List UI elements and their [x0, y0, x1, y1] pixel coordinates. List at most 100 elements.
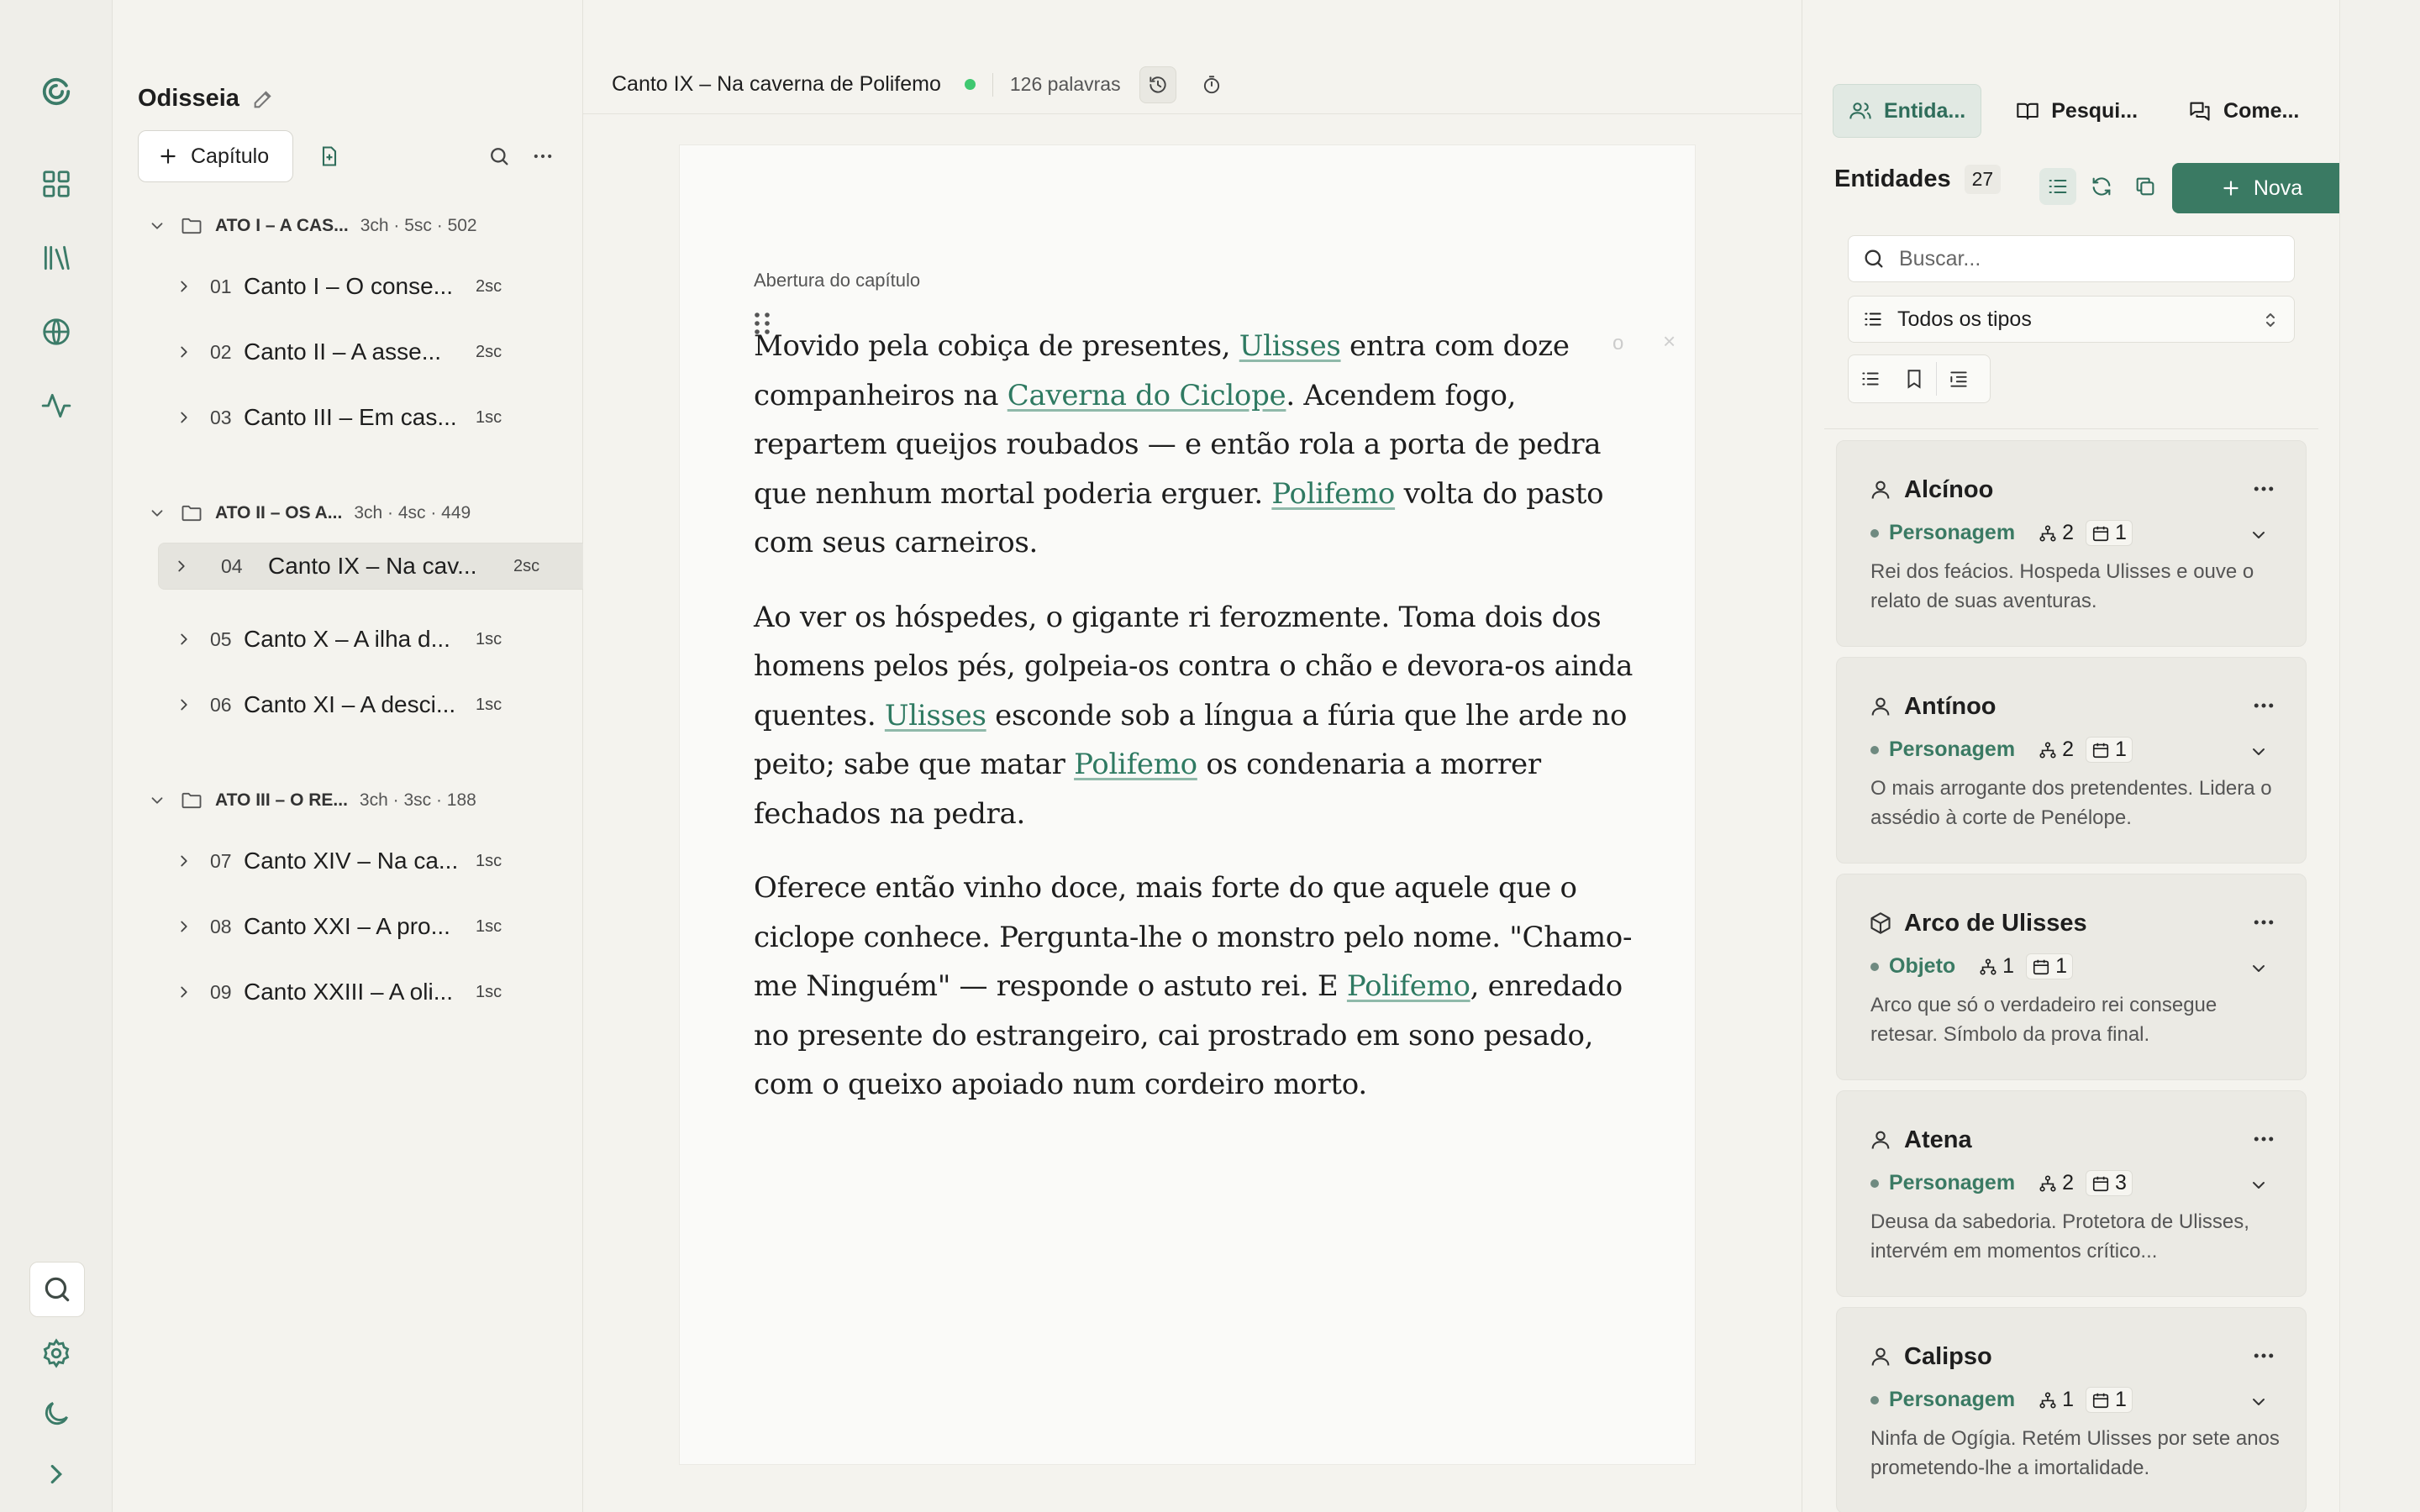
entity-link[interactable]: Polifemo [1347, 969, 1470, 1003]
comments-icon [2190, 102, 2210, 121]
act-header[interactable]: ATO III – O RE... 3ch · 3sc · 188 [148, 776, 476, 825]
bullet-list-icon[interactable] [1849, 355, 1892, 402]
library-icon[interactable] [29, 230, 84, 286]
chevron-down-icon[interactable] [2249, 742, 2269, 762]
editor-text[interactable]: Movido pela cobiça de presentes, Ulisses… [754, 322, 1644, 1135]
type-dot [1870, 962, 1879, 971]
entity-search-input[interactable] [1899, 246, 2269, 271]
appearances-value: 1 [2114, 738, 2127, 761]
add-chapter-button[interactable]: Capítulo [138, 130, 294, 182]
copy-icon[interactable] [2127, 168, 2164, 205]
relations-count: 1 [2033, 1388, 2079, 1412]
entity-meta-row: Personagem 2 3 [1870, 1170, 2133, 1196]
activity-icon[interactable] [29, 378, 84, 433]
relations-count: 1 [1974, 954, 2019, 979]
expand-sidebar-icon[interactable] [29, 1446, 84, 1502]
chapter-number: 03 [210, 406, 232, 428]
entity-link[interactable]: Polifemo [1074, 748, 1197, 781]
chapter-scene-count: 1sc [476, 982, 502, 1001]
chapter-name: Canto III – Em cas... [244, 404, 457, 430]
more-options-icon[interactable] [2249, 910, 2279, 935]
bookmark-icon[interactable] [1892, 355, 1936, 402]
entity-type: Objeto [1889, 954, 1956, 978]
person-icon [1871, 1131, 1890, 1149]
tab-comments[interactable]: Come... [2172, 84, 2315, 138]
more-options-icon[interactable] [524, 138, 561, 175]
chapter-item[interactable]: 02 Canto II – A asse... 2sc [158, 321, 555, 383]
editor-area: Canto IX – Na caverna de Polifemo 126 pa… [583, 0, 1802, 1512]
appearances-count: 1 [2085, 520, 2133, 546]
list-icon [1865, 312, 1881, 326]
chapter-item[interactable]: 04 Canto IX – Na cav... 2sc [158, 543, 605, 590]
entity-meta-row: Personagem 2 1 [1870, 737, 2133, 763]
dashboard-icon[interactable] [29, 156, 84, 212]
entity-card[interactable]: Calipso Personagem 1 1 Ninfa de Ogígia. Reté… [1836, 1307, 2307, 1512]
type-filter-value: Todos os tipos [1897, 307, 2032, 331]
settings-gear-icon[interactable] [29, 1326, 84, 1381]
close-hint-icon[interactable]: × [1663, 328, 1676, 354]
more-options-icon[interactable] [2249, 693, 2279, 718]
new-entity-label: Nova [2253, 176, 2303, 200]
type-filter-select[interactable]: Todos os tipos [1848, 296, 2295, 343]
new-entity-button[interactable]: Nova [2172, 163, 2350, 213]
refresh-icon[interactable] [2083, 168, 2120, 205]
chapter-name: Canto I – O conse... [244, 273, 454, 299]
entities-title: Entidades [1834, 165, 1951, 192]
search-tree-icon[interactable] [481, 138, 518, 175]
chapter-item[interactable]: 05 Canto X – A ilha d... 1sc [158, 608, 555, 670]
list-view-icon[interactable] [2039, 168, 2076, 205]
history-icon[interactable] [1139, 66, 1176, 103]
relations-count: 2 [2033, 521, 2079, 545]
chapter-number: 02 [210, 340, 232, 363]
chapter-item[interactable]: 01 Canto I – O conse... 2sc [158, 255, 555, 318]
project-title: Odisseia [138, 85, 239, 112]
indent-list-icon[interactable] [1937, 355, 1981, 402]
person-icon [1871, 697, 1890, 716]
entity-card[interactable]: Arco de Ulisses Objeto 1 1 Arco que só o ver… [1836, 874, 2307, 1080]
entity-search [1848, 235, 2295, 282]
new-document-icon[interactable] [311, 138, 348, 175]
timer-icon[interactable] [1193, 66, 1230, 103]
entity-link[interactable]: Caverna do Ciclope [1007, 379, 1286, 412]
chapter-item[interactable]: 06 Canto XI – A desci... 1sc [158, 674, 555, 736]
relations-count: 2 [2033, 738, 2079, 762]
chevron-down-icon[interactable] [2249, 1392, 2269, 1412]
manuscript-page[interactable]: Abertura do capítulo Movido pela cobiça … [679, 144, 1696, 1465]
entity-card[interactable]: Alcínoo Personagem 2 1 Rei dos feácios. Hosp… [1836, 440, 2307, 647]
app-logo-icon[interactable] [29, 64, 84, 119]
entity-description: O mais arrogante dos pretendentes. Lider… [1870, 777, 2272, 829]
appearances-value: 3 [2114, 1171, 2127, 1194]
chevron-right-icon [181, 699, 187, 711]
entity-card[interactable]: Antínoo Personagem 2 1 O mais arrogante dos … [1836, 657, 2307, 864]
chevron-down-icon [151, 223, 163, 229]
chevron-down-icon[interactable] [2249, 525, 2269, 545]
entity-link[interactable]: Ulisses [1239, 329, 1341, 363]
entity-card[interactable]: Atena Personagem 2 3 Deusa da sabedoria. Pro… [1836, 1090, 2307, 1297]
tab-entities[interactable]: Entida... [1833, 84, 1982, 138]
act-header[interactable]: ATO II – OS A... 3ch · 4sc · 449 [148, 489, 471, 538]
entity-description: Ninfa de Ogígia. Retém Ulisses por sete … [1870, 1427, 2280, 1479]
act-header[interactable]: ATO I – A CAS... 3ch · 5sc · 502 [148, 202, 477, 250]
globe-icon[interactable] [29, 304, 84, 360]
more-options-icon[interactable] [2249, 1126, 2279, 1152]
tab-research[interactable]: Pesqui... [2000, 84, 2154, 138]
chapter-item[interactable]: 03 Canto III – Em cas... 1sc [158, 386, 555, 449]
moon-icon[interactable] [29, 1386, 84, 1441]
more-options-icon[interactable] [2249, 1343, 2279, 1368]
paragraph: Ao ver os hóspedes, o gigante ri ferozme… [754, 593, 1644, 839]
entities-header: Entidades 27 [1834, 165, 2002, 194]
entity-link[interactable]: Polifemo [1271, 477, 1395, 511]
chevron-down-icon[interactable] [2249, 958, 2269, 979]
chapter-item[interactable]: 07 Canto XIV – Na ca... 1sc [158, 830, 555, 892]
chapter-item[interactable]: 09 Canto XXIII – A oli... 1sc [158, 961, 555, 1023]
more-options-icon[interactable] [2249, 476, 2279, 501]
chapter-item[interactable]: 08 Canto XXI – A pro... 1sc [158, 895, 555, 958]
editor-topbar: Canto IX – Na caverna de Polifemo 126 pa… [583, 55, 1802, 114]
entity-link[interactable]: Ulisses [885, 699, 986, 732]
chapter-number: 07 [210, 849, 232, 872]
edit-pencil-icon[interactable] [251, 87, 275, 111]
appearances-value: 1 [2114, 521, 2127, 544]
chevron-down-icon[interactable] [2249, 1175, 2269, 1195]
search-icon[interactable] [29, 1262, 85, 1317]
act-meta: 3ch · 3sc · 188 [359, 790, 476, 810]
